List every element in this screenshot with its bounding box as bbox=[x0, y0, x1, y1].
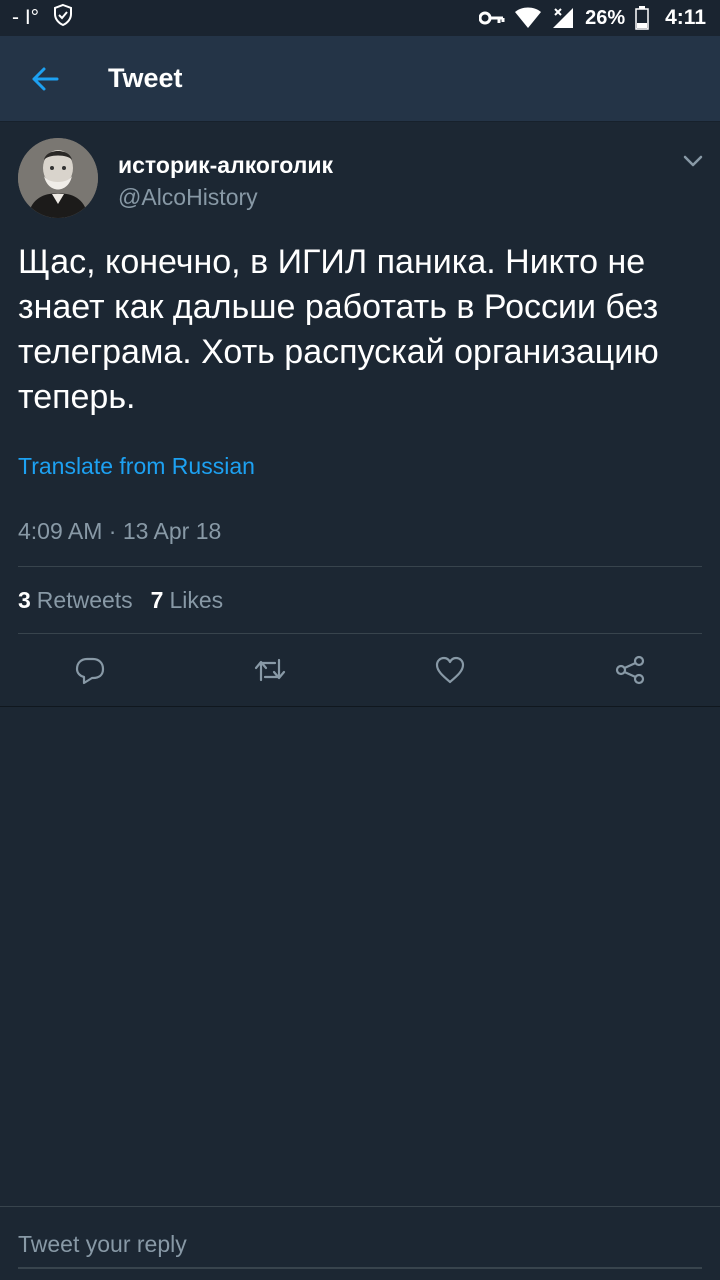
status-bar: - I° 26% 4:11 bbox=[0, 0, 720, 36]
tweet-detail: историк-алкоголик @AlcoHistory Щас, коне… bbox=[0, 122, 720, 707]
reply-bar bbox=[0, 1206, 720, 1280]
tweet-text: Щас, конечно, в ИГИЛ паника. Никто не зн… bbox=[18, 243, 659, 416]
like-button[interactable] bbox=[432, 652, 468, 688]
wifi-icon bbox=[515, 7, 542, 29]
page-title: Tweet bbox=[108, 63, 183, 93]
signal-icon bbox=[551, 6, 575, 30]
status-right: 26% 4:11 bbox=[479, 6, 706, 30]
tweet-actions bbox=[0, 634, 720, 706]
status-left-text: - I° bbox=[12, 6, 40, 29]
share-icon bbox=[615, 655, 645, 685]
back-button[interactable] bbox=[0, 36, 90, 122]
likes-count: 7 bbox=[150, 587, 164, 613]
author-name[interactable]: историк-алкоголик bbox=[118, 152, 333, 179]
translate-link[interactable]: Translate from Russian bbox=[18, 453, 255, 480]
author-row: историк-алкоголик @AlcoHistory bbox=[0, 122, 720, 232]
retweet-button[interactable] bbox=[252, 652, 288, 688]
app-bar: Tweet bbox=[0, 36, 720, 122]
like-icon bbox=[435, 656, 465, 684]
author-handle[interactable]: @AlcoHistory bbox=[118, 184, 258, 211]
reply-button[interactable] bbox=[72, 652, 108, 688]
likes-stat[interactable]: 7 Likes bbox=[151, 587, 224, 614]
tweet-menu-button[interactable] bbox=[680, 148, 706, 174]
chevron-down-icon bbox=[683, 155, 703, 167]
retweets-label: Retweets bbox=[36, 587, 133, 613]
battery-percent: 26% bbox=[585, 6, 626, 29]
likes-label: Likes bbox=[169, 587, 224, 613]
status-left: - I° bbox=[12, 3, 75, 33]
retweet-icon bbox=[254, 658, 286, 682]
reply-input[interactable] bbox=[18, 1221, 702, 1269]
arrow-left-icon bbox=[32, 67, 59, 90]
reply-icon bbox=[75, 657, 105, 685]
tweet-timestamp: 4:09 AM · 13 Apr 18 bbox=[18, 518, 222, 544]
battery-icon bbox=[635, 6, 649, 30]
retweets-stat[interactable]: 3 Retweets bbox=[18, 587, 133, 614]
retweets-count: 3 bbox=[18, 587, 31, 613]
divider bbox=[18, 566, 702, 567]
divider bbox=[0, 706, 720, 707]
status-time: 4:11 bbox=[665, 6, 706, 29]
avatar[interactable] bbox=[18, 138, 98, 218]
tweet-stats: 3 Retweets 7 Likes bbox=[18, 587, 223, 614]
share-button[interactable] bbox=[612, 652, 648, 688]
key-icon bbox=[479, 9, 505, 27]
shield-check-icon bbox=[51, 3, 75, 33]
